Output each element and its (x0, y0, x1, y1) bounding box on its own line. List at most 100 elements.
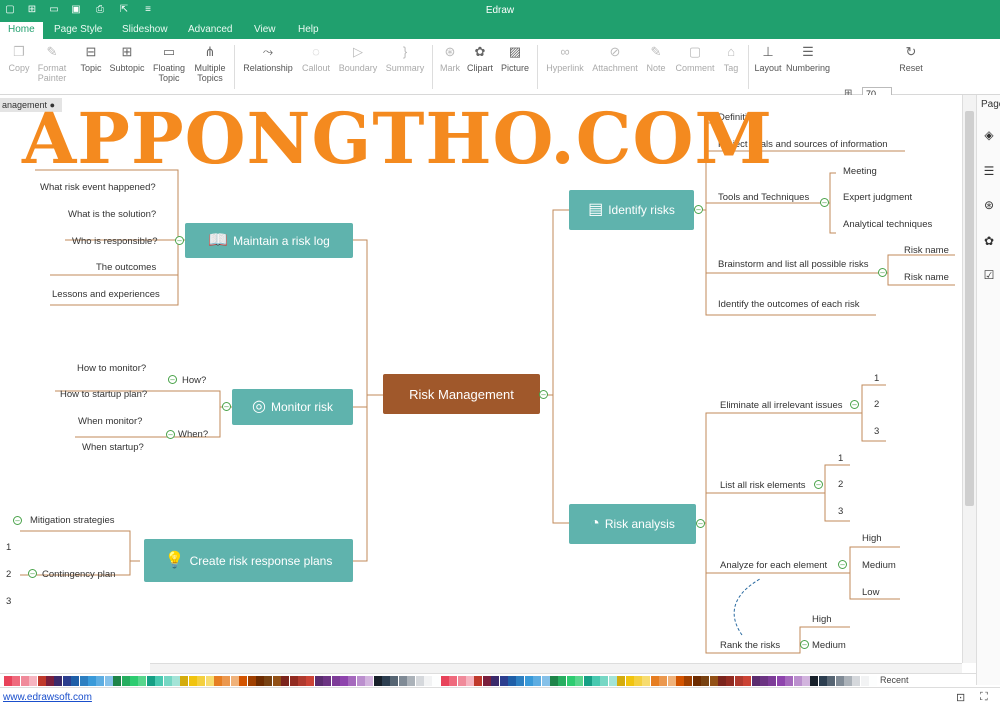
color-swatch[interactable] (46, 676, 54, 686)
color-swatch[interactable] (398, 676, 407, 686)
collapse-toggle[interactable]: – (696, 519, 705, 528)
color-swatch[interactable] (256, 676, 264, 686)
color-swatch[interactable] (760, 676, 768, 686)
color-swatch[interactable] (600, 676, 609, 686)
color-swatch[interactable] (440, 676, 449, 686)
level-high[interactable]: High (862, 533, 882, 544)
color-swatch[interactable] (575, 676, 584, 686)
level-medium[interactable]: Medium (812, 640, 846, 651)
subtopic-list-all[interactable]: List all risk elements (720, 480, 806, 491)
collapse-toggle[interactable]: – (539, 390, 548, 399)
color-swatch[interactable] (827, 676, 836, 686)
color-swatch[interactable] (709, 676, 718, 686)
color-swatch[interactable] (54, 676, 63, 686)
color-swatch[interactable] (407, 676, 416, 686)
color-swatch[interactable] (650, 676, 659, 686)
collapse-toggle[interactable]: – (168, 375, 177, 384)
color-swatch[interactable] (146, 676, 155, 686)
subtopic-tools-techniques[interactable]: Tools and Techniques (718, 192, 809, 203)
note-button[interactable]: ✎ Note (644, 45, 668, 74)
menu-slideshow[interactable]: Slideshow (122, 24, 168, 35)
number-item[interactable]: 3 (6, 596, 11, 607)
color-swatch[interactable] (239, 676, 248, 686)
menu-view[interactable]: View (254, 24, 276, 35)
color-swatch[interactable] (180, 676, 189, 686)
color-swatch[interactable] (71, 676, 80, 686)
level-low[interactable]: Low (862, 587, 879, 598)
color-swatch[interactable] (449, 676, 458, 686)
color-swatch[interactable] (734, 676, 743, 686)
color-swatch[interactable] (793, 676, 802, 686)
color-swatch[interactable] (289, 676, 298, 686)
color-swatch[interactable] (155, 676, 164, 686)
number-item[interactable]: 1 (874, 373, 879, 384)
color-swatch[interactable] (222, 676, 231, 686)
subtopic-meeting[interactable]: Meeting (843, 166, 877, 177)
subtopic-outcomes[interactable]: The outcomes (96, 262, 156, 273)
picture-button[interactable]: ▨ Picture (499, 45, 531, 74)
color-swatch[interactable] (62, 676, 71, 686)
color-swatch[interactable] (37, 676, 46, 686)
collapse-toggle[interactable]: – (166, 430, 175, 439)
color-swatch[interactable] (415, 676, 424, 686)
color-swatch[interactable] (508, 676, 516, 686)
color-swatch[interactable] (701, 676, 710, 686)
color-swatch[interactable] (247, 676, 256, 686)
collapse-toggle[interactable]: – (878, 268, 887, 277)
color-swatch[interactable] (844, 676, 852, 686)
subtopic-analyze-each[interactable]: Analyze for each element (720, 560, 827, 571)
number-item[interactable]: 3 (838, 506, 843, 517)
color-swatch[interactable] (373, 676, 382, 686)
color-swatch[interactable] (516, 676, 525, 686)
color-swatch[interactable] (785, 676, 794, 686)
copy-button[interactable]: ❐ Copy (6, 45, 32, 74)
collapse-toggle[interactable]: – (814, 480, 823, 489)
color-swatch[interactable] (314, 676, 323, 686)
collapse-toggle[interactable]: – (222, 402, 231, 411)
color-swatch[interactable] (718, 676, 726, 686)
subtopic-eliminate[interactable]: Eliminate all irrelevant issues (720, 400, 843, 411)
subtopic-risk-name[interactable]: Risk name (904, 245, 949, 256)
collapse-toggle[interactable]: – (13, 516, 22, 525)
topic-monitor-risk[interactable]: ◎ Monitor risk (232, 389, 353, 425)
subtopic-how[interactable]: How? (182, 375, 206, 386)
subtopic-contingency[interactable]: Contingency plan (42, 569, 115, 580)
color-swatch[interactable] (298, 676, 306, 686)
color-swatch[interactable] (592, 676, 600, 686)
color-swatch[interactable] (432, 676, 441, 686)
color-swatch[interactable] (524, 676, 533, 686)
outline-icon[interactable]: ☰ (981, 163, 997, 179)
subtopic-brainstorm[interactable]: Brainstorm and list all possible risks (718, 259, 868, 270)
color-swatch[interactable] (197, 676, 206, 686)
collapse-toggle[interactable]: – (800, 640, 809, 649)
website-link[interactable]: www.edrawsoft.com (3, 692, 92, 703)
color-swatch[interactable] (272, 676, 281, 686)
color-swatch[interactable] (751, 676, 760, 686)
topic-create-response-plans[interactable]: 💡 Create risk response plans (144, 539, 353, 582)
format-painter-button[interactable]: ✎ Format Painter (34, 45, 70, 84)
numbering-button[interactable]: ☰ Numbering (784, 45, 832, 74)
subtopic-how-monitor[interactable]: How to monitor? (77, 363, 146, 374)
subtopic-solution[interactable]: What is the solution? (68, 209, 156, 220)
topic-maintain-risk-log[interactable]: 📖 Maintain a risk log (185, 223, 353, 258)
color-swatch[interactable] (617, 676, 626, 686)
color-swatch[interactable] (138, 676, 147, 686)
color-swatch[interactable] (810, 676, 819, 686)
color-swatch[interactable] (113, 676, 122, 686)
color-swatch[interactable] (130, 676, 138, 686)
color-swatch[interactable] (608, 676, 617, 686)
color-swatch[interactable] (818, 676, 827, 686)
color-swatch[interactable] (474, 676, 483, 686)
boundary-button[interactable]: ▷ Boundary (337, 45, 379, 74)
color-swatch[interactable] (96, 676, 105, 686)
menu-help[interactable]: Help (298, 24, 319, 35)
hyperlink-button[interactable]: ∞ Hyperlink (543, 45, 587, 74)
color-swatch[interactable] (281, 676, 290, 686)
color-swatch[interactable] (264, 676, 273, 686)
color-swatch[interactable] (457, 676, 466, 686)
color-swatch[interactable] (340, 676, 348, 686)
color-swatch[interactable] (692, 676, 701, 686)
color-swatch[interactable] (323, 676, 332, 686)
subtopic-rank-risks[interactable]: Rank the risks (720, 640, 780, 651)
color-swatch[interactable] (550, 676, 558, 686)
